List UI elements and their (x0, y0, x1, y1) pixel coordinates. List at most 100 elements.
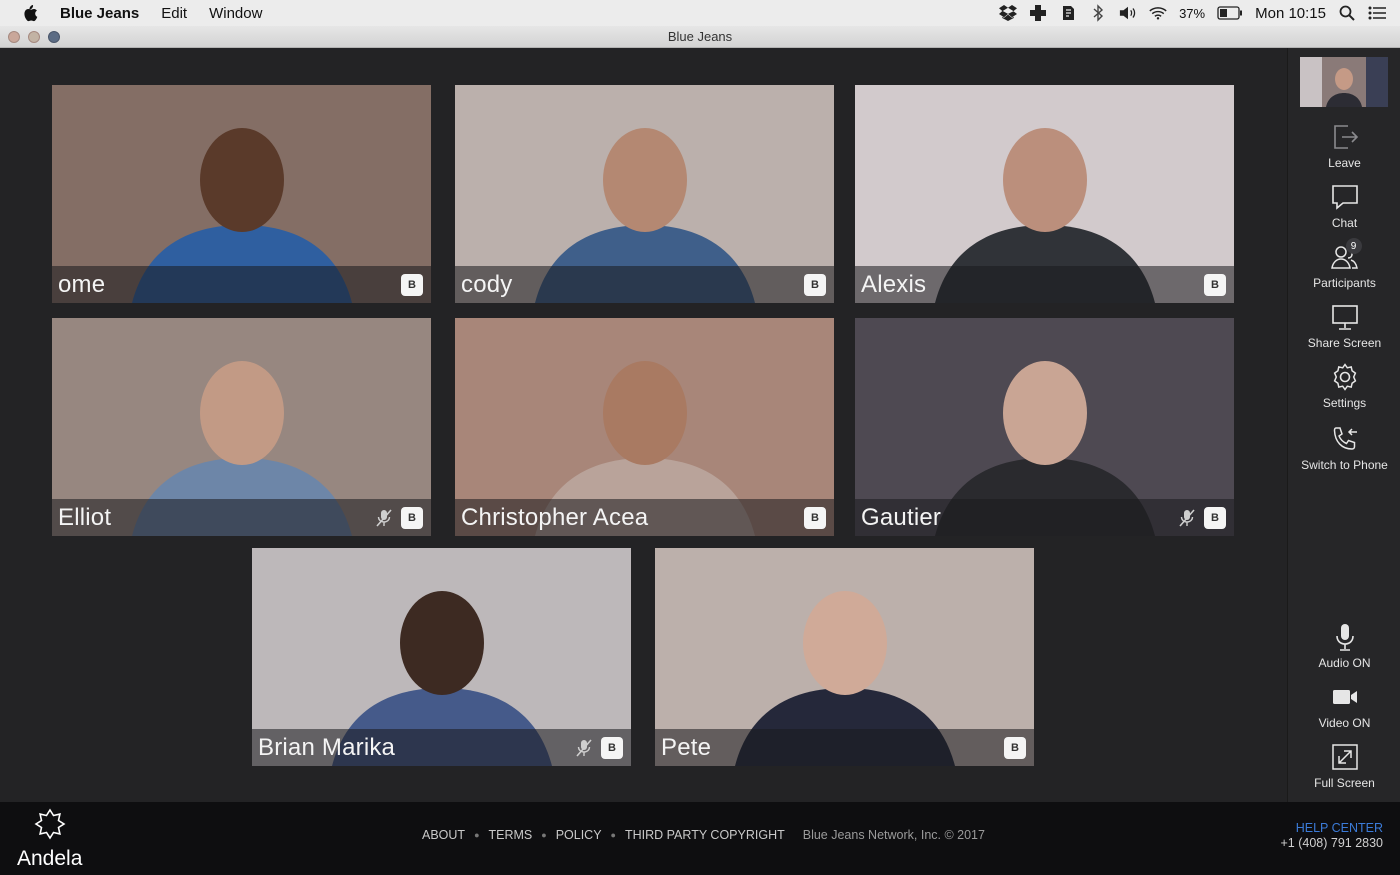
participant-tile[interactable]: Elliot B (52, 318, 431, 536)
participant-tile[interactable]: ome B (52, 85, 431, 303)
full-screen-button[interactable]: Full Screen (1288, 740, 1400, 796)
notification-center-icon[interactable] (1368, 4, 1386, 22)
participant-tile[interactable]: Pete B (655, 548, 1034, 766)
andela-brand[interactable]: Andela (17, 808, 82, 871)
help-block: HELP CENTER +1 (408) 791 2830 (1280, 821, 1383, 850)
muted-microphone-icon (575, 738, 593, 758)
muted-microphone-glyph (576, 738, 592, 757)
participant-name: Pete (661, 733, 712, 761)
support-phone: +1 (408) 791 2830 (1280, 836, 1383, 850)
window-controls (8, 30, 60, 43)
edit-menu[interactable]: Edit (161, 5, 187, 22)
leave-button[interactable]: Leave (1288, 120, 1400, 176)
menubar-clock[interactable]: Mon 10:15 (1255, 5, 1326, 22)
bluejeans-badge-icon: B (1204, 273, 1226, 296)
bluejeans-badge-icon: B (804, 506, 826, 529)
close-window-button[interactable] (8, 30, 20, 43)
participants-label: Participants (1313, 276, 1376, 290)
gear-icon (1328, 360, 1362, 394)
andela-logo-icon (34, 808, 66, 845)
bluejeans-badge-icon: B (1204, 506, 1226, 529)
spotlight-search-icon[interactable] (1338, 4, 1356, 22)
person-head (200, 361, 284, 465)
dropbox-icon[interactable] (999, 4, 1018, 22)
bluejeans-badge-icon: B (804, 273, 826, 296)
participant-tile[interactable]: Gautier B (855, 318, 1234, 536)
settings-button[interactable]: Settings (1288, 360, 1400, 416)
muted-microphone-icon (1178, 508, 1196, 528)
chat-button[interactable]: Chat (1288, 180, 1400, 236)
call-controls-sidebar: Leave Chat 9 Participants Share Screen S… (1287, 48, 1400, 802)
audio-status-label: Audio ON (1318, 656, 1371, 670)
person-head (200, 128, 284, 232)
leave-icon (1328, 120, 1362, 154)
minimize-window-button[interactable] (28, 30, 40, 43)
terms-link[interactable]: TERMS (489, 828, 533, 842)
muted-microphone-icon (375, 508, 393, 528)
participant-name: Gautier (861, 503, 942, 531)
full-screen-label: Full Screen (1314, 776, 1375, 790)
third-party-copyright-link[interactable]: THIRD PARTY COPYRIGHT (625, 828, 785, 842)
microphone-icon (1328, 620, 1362, 654)
share-screen-label: Share Screen (1307, 336, 1382, 350)
person-head (803, 591, 887, 695)
bluejeans-badge-icon: B (401, 273, 423, 296)
volume-icon[interactable] (1119, 4, 1137, 22)
separator-dot-icon: ● (610, 830, 616, 840)
plus-app-icon[interactable] (1029, 4, 1047, 22)
brand-name: Andela (17, 847, 83, 870)
participant-name: ome (58, 270, 106, 298)
person-head (1003, 128, 1087, 232)
policy-link[interactable]: POLICY (556, 828, 602, 842)
evernote-icon[interactable] (1059, 4, 1077, 22)
apple-menu-icon[interactable] (22, 4, 42, 22)
separator-dot-icon: ● (541, 830, 547, 840)
video-camera-icon (1328, 680, 1362, 714)
participants-icon: 9 (1328, 238, 1362, 274)
participant-namebar: Pete B (655, 729, 1034, 766)
expand-icon (1328, 740, 1362, 774)
participants-button[interactable]: 9 Participants (1288, 238, 1400, 296)
participant-tile[interactable]: Brian Marika B (252, 548, 631, 766)
settings-label: Settings (1322, 396, 1367, 410)
participant-tile[interactable]: Christopher Acea B (455, 318, 834, 536)
participant-name: Christopher Acea (461, 503, 649, 531)
bluejeans-badge-icon: B (601, 736, 623, 759)
participant-tile[interactable]: cody B (455, 85, 834, 303)
video-toggle-button[interactable]: Video ON (1288, 680, 1400, 736)
about-link[interactable]: ABOUT (422, 828, 465, 842)
battery-percent: 37% (1179, 5, 1206, 21)
chat-bubble-icon (1328, 180, 1362, 214)
video-status-label: Video ON (1318, 716, 1371, 730)
self-view-video[interactable] (1300, 57, 1388, 107)
participant-namebar: cody B (455, 266, 834, 303)
share-screen-button[interactable]: Share Screen (1288, 300, 1400, 356)
bluetooth-icon[interactable] (1089, 4, 1107, 22)
macos-menubar: Blue Jeans Edit Window 37% Mon 10:15 (0, 0, 1400, 26)
participant-namebar: Gautier B (855, 499, 1234, 536)
app-menu[interactable]: Blue Jeans (60, 5, 139, 22)
footer-links: ABOUT ● TERMS ● POLICY ● THIRD PARTY COP… (422, 828, 985, 842)
wifi-icon[interactable] (1149, 4, 1167, 22)
leave-label: Leave (1328, 156, 1361, 170)
page-footer: Andela ABOUT ● TERMS ● POLICY ● THIRD PA… (0, 802, 1400, 875)
window-menu[interactable]: Window (209, 5, 262, 22)
help-center-link[interactable]: HELP CENTER (1280, 821, 1383, 835)
person-head (603, 128, 687, 232)
separator-dot-icon: ● (474, 830, 480, 840)
participant-name: Alexis (861, 270, 927, 298)
switch-to-phone-label: Switch to Phone (1301, 458, 1388, 472)
audio-toggle-button[interactable]: Audio ON (1288, 620, 1400, 676)
participant-tile[interactable]: Alexis B (855, 85, 1234, 303)
participant-namebar: Alexis B (855, 266, 1234, 303)
monitor-icon (1328, 300, 1362, 334)
chat-label: Chat (1331, 216, 1358, 230)
window-title: Blue Jeans (667, 29, 733, 44)
switch-to-phone-button[interactable]: Switch to Phone (1288, 422, 1400, 478)
battery-icon[interactable] (1217, 4, 1243, 22)
video-grid: ome B cody B Alexis B Elliot B Christoph… (0, 48, 1286, 802)
zoom-window-button[interactable] (48, 30, 60, 43)
person-head (603, 361, 687, 465)
participant-namebar: ome B (52, 266, 431, 303)
phone-transfer-icon (1328, 422, 1362, 456)
